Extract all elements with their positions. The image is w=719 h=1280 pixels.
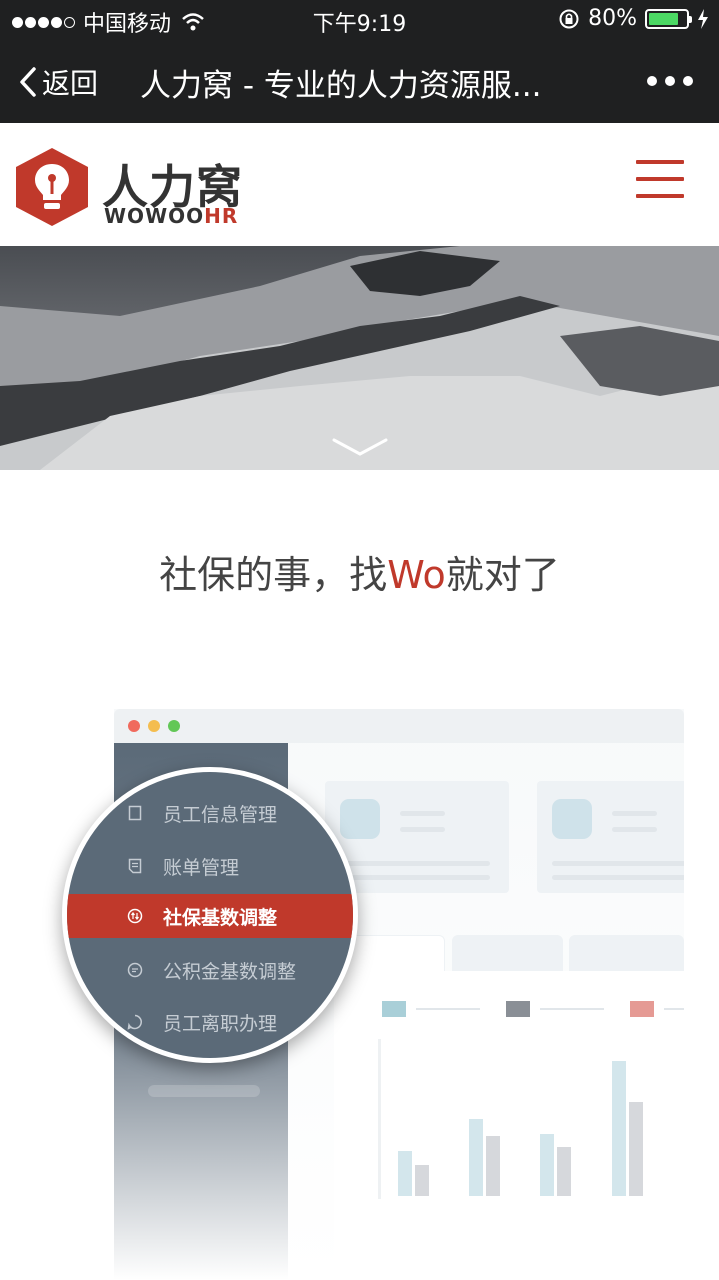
menu-item-label: 员工信息管理 [163, 803, 278, 826]
battery-percent: 80% [588, 6, 637, 31]
more-button[interactable] [647, 76, 693, 86]
slogan-highlight: Wo [387, 553, 446, 597]
more-dot-icon [665, 76, 675, 86]
rotation-lock-icon [559, 9, 579, 28]
navigation-bar: 返回 人力窝 - 专业的人力资源服... [0, 40, 719, 123]
slogan-suffix: 就对了 [445, 553, 560, 597]
chart-bar [612, 1061, 626, 1196]
lightbulb-logo-icon[interactable] [13, 146, 91, 228]
window-minimize-dot [148, 720, 160, 732]
chart-axis [378, 1039, 381, 1199]
menu-item-label: 账单管理 [163, 856, 240, 879]
adjust-icon [127, 908, 143, 924]
chart-bar [486, 1136, 500, 1196]
chart-bar [629, 1102, 643, 1196]
charging-icon [698, 8, 708, 29]
legend-swatch [506, 1001, 530, 1017]
logo-name-en-prefix: WOWOO [104, 204, 205, 228]
mock-tab [452, 935, 563, 971]
status-right: 80% [558, 6, 709, 31]
sidebar-placeholder [148, 1085, 260, 1097]
back-button[interactable]: 返回 [18, 62, 98, 102]
window-close-dot [128, 720, 140, 732]
page-title: 人力窝 - 专业的人力资源服... [140, 68, 542, 104]
chart-bar [469, 1119, 483, 1196]
battery-fill [649, 12, 678, 25]
site-header: 人力窝 WOWOOHR [0, 123, 719, 246]
chart-bar [557, 1147, 571, 1196]
window-titlebar [114, 709, 684, 743]
legend-swatch [382, 1001, 406, 1017]
battery-icon [645, 8, 692, 29]
window-maximize-dot [168, 720, 180, 732]
slogan: 社保的事，找Wo就对了 [0, 544, 719, 599]
summary-card [537, 781, 684, 893]
magnified-menu: 员工信息管理 账单管理 社保基数调整 公积金基数调整 员工离职办理 [62, 767, 358, 1063]
document-icon [127, 805, 143, 821]
chevron-down-icon[interactable] [331, 436, 389, 458]
chart-bar [415, 1165, 429, 1196]
chart-bar [540, 1134, 554, 1196]
mock-tab [569, 935, 684, 971]
menu-item-employee-leave[interactable]: 员工离职办理 [67, 1000, 353, 1044]
leave-icon [127, 1014, 143, 1030]
menu-item-label: 社保基数调整 [163, 906, 278, 929]
menu-item-label: 公积金基数调整 [163, 960, 297, 983]
menu-item-label: 员工离职办理 [163, 1012, 278, 1035]
logo-name-en-suffix: HR [204, 204, 239, 228]
slogan-prefix: 社保的事，找 [159, 553, 388, 597]
logo-name-en: WOWOOHR [104, 204, 238, 228]
status-bar: 中国移动 下午9:19 80% [0, 0, 719, 40]
more-dot-icon [647, 76, 657, 86]
more-dot-icon [683, 76, 693, 86]
menu-item-employee-info[interactable]: 员工信息管理 [67, 791, 353, 835]
chevron-left-icon [20, 67, 36, 97]
menu-item-housing-fund-adjust[interactable]: 公积金基数调整 [67, 948, 353, 992]
chat-icon [127, 962, 143, 978]
legend-line [664, 1008, 684, 1010]
legend-line [540, 1008, 604, 1010]
menu-item-social-security-adjust[interactable]: 社保基数调整 [67, 894, 353, 938]
bill-icon [127, 858, 143, 874]
hamburger-menu-icon[interactable] [636, 160, 684, 202]
legend-line [416, 1008, 480, 1010]
chart-bar [398, 1151, 412, 1196]
legend-swatch [630, 1001, 654, 1017]
menu-item-bills[interactable]: 账单管理 [67, 844, 353, 888]
back-label: 返回 [42, 67, 99, 100]
